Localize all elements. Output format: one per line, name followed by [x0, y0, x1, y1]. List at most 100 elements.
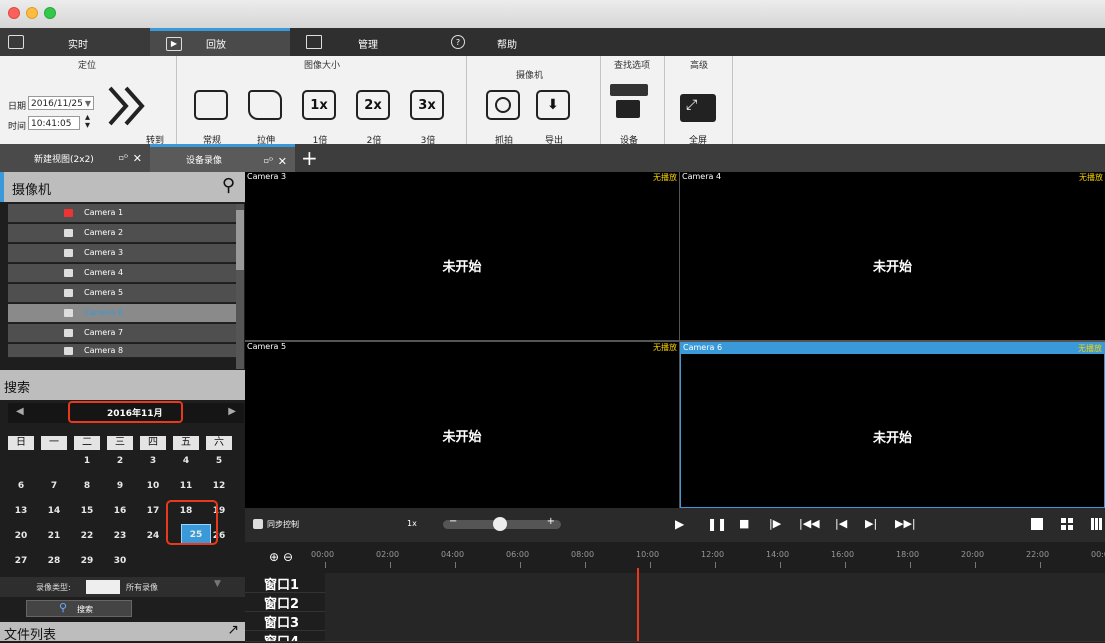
- table-row[interactable]: 窗口4: [245, 630, 1105, 642]
- calendar-day[interactable]: 13: [8, 502, 34, 520]
- list-item[interactable]: Camera 5: [8, 284, 236, 303]
- timeline-track[interactable]: [325, 573, 1105, 592]
- calendar-day[interactable]: 1: [74, 452, 100, 470]
- playhead[interactable]: [637, 568, 639, 641]
- calendar-day[interactable]: 4: [173, 452, 199, 470]
- snapshot-button[interactable]: [486, 90, 520, 120]
- detach-icon[interactable]: ▫ᴰ: [264, 156, 273, 165]
- table-row[interactable]: 窗口1: [245, 573, 1105, 593]
- table-row[interactable]: 窗口2: [245, 592, 1105, 612]
- chevron-down-icon[interactable]: ▼: [214, 579, 221, 589]
- calendar-day[interactable]: 24: [140, 527, 166, 545]
- play-icon[interactable]: ▶: [675, 517, 684, 531]
- calendar-day[interactable]: 27: [8, 552, 34, 570]
- calendar-day[interactable]: 12: [206, 477, 232, 495]
- zoom-out-icon[interactable]: ⊖: [283, 550, 293, 564]
- video-cell[interactable]: Camera 3 无播放 未开始: [245, 172, 679, 340]
- layout-1x1-icon[interactable]: [1031, 518, 1043, 530]
- calendar-day[interactable]: 15: [74, 502, 100, 520]
- record-type-value[interactable]: 所有录像: [126, 582, 158, 593]
- calendar-day[interactable]: 16: [107, 502, 133, 520]
- zoom-1x-button[interactable]: 1x: [302, 90, 336, 120]
- video-cell[interactable]: Camera 4 无播放 未开始: [680, 172, 1105, 340]
- camera-list-scrollbar[interactable]: [236, 204, 244, 369]
- normal-size-button[interactable]: [194, 90, 228, 120]
- calendar-day[interactable]: 11: [173, 477, 199, 495]
- time-stepper-icon[interactable]: ▴ ▾: [85, 113, 90, 131]
- close-window-button[interactable]: [8, 7, 20, 19]
- prev-frame-icon[interactable]: |◀: [835, 517, 847, 530]
- tab-help[interactable]: ? 帮助: [435, 28, 575, 56]
- timeline-track[interactable]: [325, 611, 1105, 630]
- chevron-down-icon[interactable]: ▼: [85, 97, 91, 111]
- calendar-day[interactable]: 21: [41, 527, 67, 545]
- calendar-day[interactable]: 5: [206, 452, 232, 470]
- prev-month-icon[interactable]: ◀: [16, 406, 24, 417]
- calendar-day[interactable]: 17: [140, 502, 166, 520]
- next-frame-icon[interactable]: ▶|: [865, 517, 877, 530]
- list-item[interactable]: Camera 4: [8, 264, 236, 283]
- export-button[interactable]: ⬇: [536, 90, 570, 120]
- calendar-day[interactable]: 29: [74, 552, 100, 570]
- detach-icon[interactable]: ▫ᴰ: [119, 153, 128, 162]
- search-icon[interactable]: ⚲: [222, 175, 235, 196]
- calendar-day[interactable]: 20: [8, 527, 34, 545]
- slider-handle[interactable]: [493, 517, 507, 531]
- fast-forward-icon[interactable]: ▶▶|: [895, 517, 916, 530]
- tab-live[interactable]: 实时: [0, 28, 150, 56]
- device-button[interactable]: [608, 78, 650, 128]
- tab-playback[interactable]: ▶ 回放: [150, 28, 290, 56]
- tab-device-recording[interactable]: 设备录像 ▫ᴰ ✕: [150, 144, 295, 172]
- search-button[interactable]: ⚲ 搜索: [26, 600, 132, 617]
- calendar-day[interactable]: 2: [107, 452, 133, 470]
- close-icon[interactable]: ✕: [133, 152, 142, 165]
- add-tab-icon[interactable]: +: [301, 146, 318, 170]
- list-item[interactable]: Camera 8: [8, 344, 236, 358]
- goto-button[interactable]: [106, 84, 150, 128]
- video-cell[interactable]: Camera 5 无播放 未开始: [245, 342, 679, 508]
- speed-slider[interactable]: − +: [443, 516, 561, 531]
- layout-3x3-icon[interactable]: [1091, 518, 1103, 530]
- calendar-day[interactable]: 22: [74, 527, 100, 545]
- timeline-track[interactable]: [325, 592, 1105, 611]
- record-type-row: 录像类型: 所有录像 ▼: [0, 577, 245, 597]
- next-month-icon[interactable]: ▶: [228, 406, 236, 417]
- step-forward-icon[interactable]: |▶: [769, 517, 781, 530]
- calendar-day[interactable]: 6: [8, 477, 34, 495]
- minimize-window-button[interactable]: [26, 7, 38, 19]
- calendar-day[interactable]: 10: [140, 477, 166, 495]
- list-item[interactable]: Camera 2: [8, 224, 236, 243]
- stop-icon[interactable]: ■: [739, 517, 749, 530]
- list-item[interactable]: Camera 7: [8, 324, 236, 343]
- tab-manage[interactable]: 管理: [290, 28, 435, 56]
- sync-checkbox[interactable]: [253, 519, 263, 529]
- zoom-in-icon[interactable]: ⊕: [269, 550, 279, 564]
- calendar-day[interactable]: 7: [41, 477, 67, 495]
- time-field[interactable]: 10:41:05: [28, 116, 80, 130]
- video-cell-selected[interactable]: Camera 6 无播放 未开始: [680, 342, 1105, 508]
- calendar-day[interactable]: 30: [107, 552, 133, 570]
- list-item[interactable]: Camera 1: [8, 204, 236, 223]
- expand-icon[interactable]: ↗: [227, 622, 239, 638]
- tab-new-view[interactable]: 新建视图(2x2) ▫ᴰ ✕: [0, 144, 150, 172]
- zoom-3x-button[interactable]: 3x: [410, 90, 444, 120]
- fullscreen-button[interactable]: ⤢: [680, 94, 716, 122]
- fast-backward-icon[interactable]: |◀◀: [799, 517, 820, 530]
- calendar-day[interactable]: 3: [140, 452, 166, 470]
- pause-icon[interactable]: ❚❚: [707, 517, 727, 531]
- zoom-window-button[interactable]: [44, 7, 56, 19]
- calendar-day[interactable]: 28: [41, 552, 67, 570]
- zoom-2x-button[interactable]: 2x: [356, 90, 390, 120]
- calendar-day[interactable]: 14: [41, 502, 67, 520]
- list-item-selected[interactable]: Camera 6: [8, 304, 236, 323]
- layout-2x2-icon[interactable]: [1061, 518, 1073, 530]
- calendar-day[interactable]: 8: [74, 477, 100, 495]
- stretch-button[interactable]: [248, 90, 282, 120]
- close-icon[interactable]: ✕: [278, 155, 287, 168]
- timeline-track[interactable]: [325, 630, 1105, 641]
- calendar-day[interactable]: 23: [107, 527, 133, 545]
- list-item[interactable]: Camera 3: [8, 244, 236, 263]
- table-row[interactable]: 窗口3: [245, 611, 1105, 631]
- date-field[interactable]: 2016/11/25 ▼: [28, 96, 94, 110]
- calendar-day[interactable]: 9: [107, 477, 133, 495]
